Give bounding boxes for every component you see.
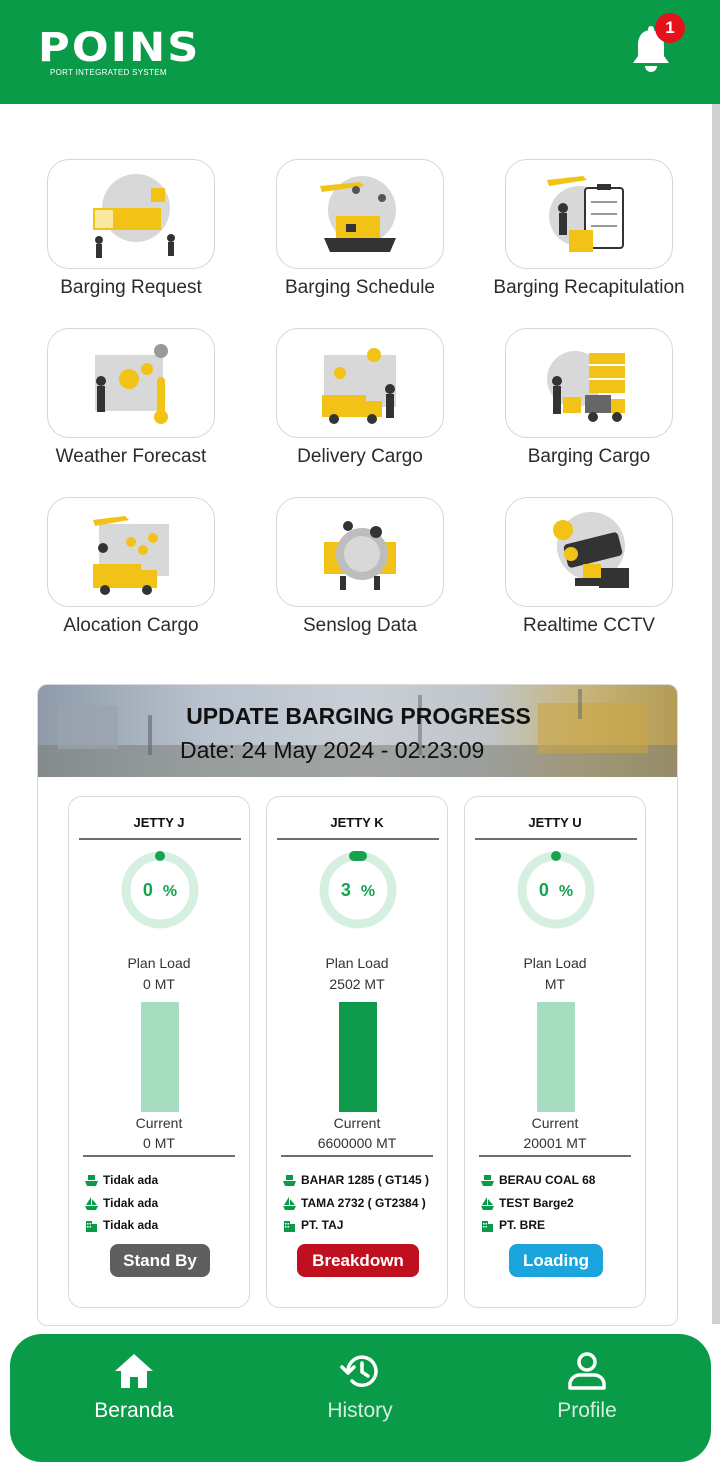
company-row: PT. TAJ (283, 1216, 343, 1234)
menu-label: Realtime CCTV (523, 615, 655, 636)
status-badge[interactable]: Stand By (110, 1244, 210, 1277)
plan-load-value: 2502 MT (329, 976, 385, 992)
divider (277, 838, 439, 840)
jetty-card[interactable]: JETTY U 0 % Plan Load MT Current 20001 M… (464, 796, 646, 1308)
divider (79, 838, 241, 840)
building-icon (86, 1220, 97, 1232)
plan-load-label: Plan Load (523, 955, 587, 971)
menu-label: Weather Forecast (55, 446, 207, 467)
jetty-name: JETTY U (528, 815, 582, 830)
barge-icon (85, 1196, 98, 1210)
divider (475, 838, 637, 840)
current-label: Current (531, 1115, 579, 1131)
barging-schedule-illustration[interactable] (276, 159, 444, 269)
current-value: 20001 MT (523, 1135, 587, 1151)
jetty-name: JETTY K (330, 815, 384, 830)
nav-label: Profile (557, 1399, 617, 1422)
home-icon (115, 1354, 153, 1388)
barge-icon (283, 1196, 296, 1210)
nav-history[interactable]: History (270, 1352, 450, 1423)
logo-text: POINS (38, 25, 201, 71)
barging-request-illustration[interactable] (47, 159, 215, 269)
divider (281, 1155, 433, 1157)
plan-load-value: MT (544, 976, 566, 992)
load-bar (339, 1002, 377, 1112)
menu-label: Barging Request (60, 277, 202, 298)
menu-label: Senslog Data (302, 615, 418, 636)
divider (479, 1155, 631, 1157)
menu-delivery-cargo[interactable]: Delivery Cargo (260, 328, 460, 469)
realtime-cctv-illustration[interactable] (505, 497, 673, 607)
nav-profile[interactable]: Profile (497, 1352, 677, 1423)
jetty-name: JETTY J (133, 815, 185, 830)
menu-label: Barging Cargo (527, 446, 651, 467)
menu-label: Delivery Cargo (297, 446, 423, 467)
menu-alocation-cargo[interactable]: Alocation Cargo (31, 497, 231, 638)
barge-icon (481, 1196, 494, 1210)
menu-barging-request[interactable]: Barging Request (31, 159, 231, 300)
barge-row: TAMA 2732 ( GT2384 ) (283, 1194, 426, 1212)
barging-cargo-illustration[interactable] (505, 328, 673, 438)
nav-label: Beranda (94, 1399, 174, 1422)
menu-label: Barging Recapitulation (493, 277, 685, 298)
nav-beranda[interactable]: Beranda (44, 1352, 224, 1423)
weather-forecast-illustration[interactable] (47, 328, 215, 438)
progress-percent: 0 % (538, 880, 574, 900)
delivery-cargo-illustration[interactable] (276, 328, 444, 438)
vessel-row: BERAU COAL 68 (481, 1171, 595, 1189)
menu-realtime-cctv[interactable]: Realtime CCTV (489, 497, 689, 638)
menu-barging-cargo[interactable]: Barging Cargo (489, 328, 689, 469)
profile-icon (568, 1352, 606, 1390)
vessel-row: Tidak ada (85, 1171, 158, 1189)
current-value: 6600000 MT (317, 1135, 397, 1151)
load-bar (537, 1002, 575, 1112)
history-icon (340, 1355, 378, 1387)
notification-badge: 1 (655, 13, 685, 43)
load-bar (141, 1002, 179, 1112)
menu-weather-forecast[interactable]: Weather Forecast (31, 328, 231, 469)
company-row: PT. BRE (481, 1216, 545, 1234)
progress-date: Date: 24 May 2024 - 02:23:09 (180, 737, 485, 763)
senslog-data-illustration[interactable] (276, 497, 444, 607)
status-badge[interactable]: Breakdown (297, 1244, 419, 1277)
scrollbar[interactable] (712, 104, 720, 1324)
divider (83, 1155, 235, 1157)
alocation-cargo-illustration[interactable] (47, 497, 215, 607)
status-badge[interactable]: Loading (509, 1244, 603, 1277)
menu-barging-schedule[interactable]: Barging Schedule (260, 159, 460, 300)
menu-label: Alocation Cargo (63, 615, 199, 636)
barging-recapitulation-illustration[interactable] (505, 159, 673, 269)
progress-percent: 0 % (142, 880, 178, 900)
progress-title: UPDATE BARGING PROGRESS (186, 703, 531, 729)
app-header: POINS PORT INTEGRATED SYSTEM 1 (0, 0, 720, 104)
nav-label: History (327, 1399, 393, 1422)
jetty-card[interactable]: JETTY J 0 % Plan Load 0 MT Current 0 MT … (68, 796, 250, 1308)
building-icon (482, 1220, 493, 1232)
current-value: 0 MT (143, 1135, 175, 1151)
barge-row: TEST Barge2 (481, 1194, 574, 1212)
barging-progress-card: UPDATE BARGING PROGRESS Date: 24 May 202… (37, 684, 678, 1326)
poins-logo: POINS PORT INTEGRATED SYSTEM (38, 28, 198, 80)
current-label: Current (333, 1115, 381, 1131)
vessel-row: BAHAR 1285 ( GT145 ) (283, 1171, 429, 1189)
plan-load-label: Plan Load (325, 955, 389, 971)
tugboat-icon (283, 1174, 296, 1186)
bottom-navigation: Beranda History Profile (10, 1334, 711, 1462)
tugboat-icon (481, 1174, 494, 1186)
building-icon (284, 1220, 295, 1232)
tugboat-icon (85, 1174, 98, 1186)
progress-banner: UPDATE BARGING PROGRESS Date: 24 May 202… (38, 685, 677, 777)
menu-barging-recapitulation[interactable]: Barging Recapitulation (489, 159, 689, 300)
menu-senslog-data[interactable]: Senslog Data (260, 497, 460, 638)
jetty-card[interactable]: JETTY K 3 % Plan Load 2502 MT Current 66… (266, 796, 448, 1308)
company-row: Tidak ada (85, 1216, 158, 1234)
current-label: Current (135, 1115, 183, 1131)
progress-percent: 3 % (340, 880, 376, 900)
barge-row: Tidak ada (85, 1194, 158, 1212)
plan-load-value: 0 MT (143, 976, 175, 992)
plan-load-label: Plan Load (127, 955, 191, 971)
menu-label: Barging Schedule (285, 277, 435, 298)
